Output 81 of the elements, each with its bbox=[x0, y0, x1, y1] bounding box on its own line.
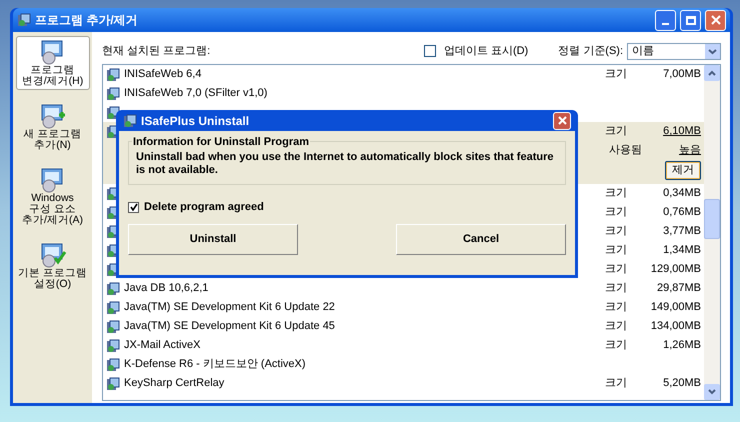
program-name: K-Defense R6 - 키보드보안 (ActiveX) bbox=[124, 357, 307, 372]
size-value: 29,87MB bbox=[656, 281, 701, 296]
size-label: 크기 bbox=[605, 319, 628, 334]
checkbox[interactable] bbox=[424, 45, 436, 57]
info-message: Uninstall bad when you use the Internet to automatically block sites that feature is not available. bbox=[136, 151, 554, 177]
scroll-up-button[interactable] bbox=[704, 65, 720, 81]
remove-button[interactable]: 제거 bbox=[665, 161, 701, 180]
size-value: 6,10MB bbox=[662, 124, 701, 140]
scroll-down-button[interactable] bbox=[704, 384, 720, 400]
program-name: Java DB 10,6,2,1 bbox=[124, 281, 210, 296]
size-value: 129,00MB bbox=[650, 262, 701, 278]
size-label: 크기 bbox=[605, 338, 628, 354]
usage-value: 높음 bbox=[678, 142, 701, 158]
installer-icon bbox=[106, 320, 120, 334]
size-label: 크기 bbox=[605, 262, 628, 278]
installer-icon bbox=[106, 358, 120, 372]
checkbox-label: 업데이트 표시(D) bbox=[444, 44, 528, 59]
computer-icon bbox=[38, 103, 66, 129]
chevron-down-icon bbox=[708, 389, 716, 395]
size-value: 0,76MB bbox=[662, 205, 701, 220]
installer-icon bbox=[106, 376, 120, 390]
minimize-button[interactable] bbox=[655, 10, 676, 30]
chevron-down-icon bbox=[705, 44, 720, 58]
size-value: 1,26MB bbox=[662, 338, 701, 354]
size-label: 크기 bbox=[605, 224, 628, 240]
program-name: KeySharp CertRelay bbox=[124, 376, 226, 392]
installer-icon bbox=[106, 68, 120, 82]
close-button[interactable] bbox=[553, 112, 571, 130]
maximize-button[interactable] bbox=[680, 10, 701, 30]
list-heading: 현재 설치된 프로그램: bbox=[102, 44, 212, 59]
scroll-thumb[interactable] bbox=[704, 199, 720, 239]
dialog-title: ISafePlus Uninstall bbox=[141, 112, 250, 130]
window-title: 프로그램 추가/제거 bbox=[35, 12, 139, 29]
sort-dropdown[interactable]: 이름 bbox=[627, 42, 721, 60]
installer-icon bbox=[17, 13, 31, 27]
checkbox-label: Delete program agreed bbox=[144, 200, 264, 215]
size-label: 크기 bbox=[605, 124, 628, 140]
sidebar-item[interactable]: Windows 구성 요소 추가/제거(A) bbox=[16, 164, 90, 229]
size-label: 크기 bbox=[605, 205, 628, 220]
program-name: Java(TM) SE Development Kit 6 Update 22 bbox=[124, 300, 336, 316]
program-name: JX-Mail ActiveX bbox=[124, 338, 202, 354]
dialog-button[interactable]: Cancel bbox=[396, 224, 566, 254]
installer-icon bbox=[106, 300, 120, 314]
installer-icon bbox=[123, 114, 137, 128]
size-value: 149,00MB bbox=[650, 300, 701, 316]
size-value: 134,00MB bbox=[650, 319, 701, 334]
size-value: 0,34MB bbox=[662, 186, 701, 202]
close-icon bbox=[710, 15, 720, 25]
sidebar-item[interactable]: 기본 프로그램 설정(O) bbox=[16, 239, 90, 293]
computer-icon bbox=[38, 242, 66, 268]
size-value: 3,77MB bbox=[662, 224, 701, 240]
installer-icon bbox=[106, 282, 120, 296]
usage-label: 사용됨 bbox=[609, 142, 643, 158]
program-name: INISafeWeb 7,0 (SFilter v1,0) bbox=[124, 86, 268, 102]
scrollbar[interactable] bbox=[704, 65, 720, 400]
close-button[interactable] bbox=[705, 10, 726, 30]
size-label: 크기 bbox=[605, 281, 628, 296]
size-value: 5,20MB bbox=[662, 376, 701, 392]
size-value: 7,00MB bbox=[662, 67, 701, 82]
group-title: Information for Uninstall Program bbox=[132, 134, 310, 150]
dialog-button[interactable]: Uninstall bbox=[128, 224, 298, 254]
sort-label: 정렬 기준(S): bbox=[558, 44, 623, 59]
sidebar-label: 새 프로그램 추가(N) bbox=[24, 129, 82, 151]
sidebar-label: Windows 구성 요소 추가/제거(A) bbox=[22, 193, 83, 226]
checkbox[interactable] bbox=[128, 202, 139, 213]
sidebar-item[interactable]: 프로그램 변경/제거(H) bbox=[16, 36, 90, 90]
sidebar-label: 프로그램 변경/제거(H) bbox=[22, 65, 84, 87]
size-label: 크기 bbox=[605, 376, 628, 392]
size-label: 크기 bbox=[605, 186, 628, 202]
size-value: 1,34MB bbox=[662, 243, 701, 258]
program-name: Java(TM) SE Development Kit 6 Update 45 bbox=[124, 319, 336, 334]
installer-icon bbox=[106, 86, 120, 100]
size-label: 크기 bbox=[605, 67, 628, 82]
sidebar-item[interactable]: 새 프로그램 추가(N) bbox=[16, 100, 90, 154]
close-icon bbox=[558, 116, 566, 125]
installer-icon bbox=[106, 338, 120, 352]
chevron-up-icon bbox=[708, 70, 716, 76]
size-label: 크기 bbox=[605, 300, 628, 316]
sidebar-label: 기본 프로그램 설정(O) bbox=[18, 268, 87, 290]
size-label: 크기 bbox=[605, 243, 628, 258]
program-name: INISafeWeb 6,4 bbox=[124, 67, 202, 82]
